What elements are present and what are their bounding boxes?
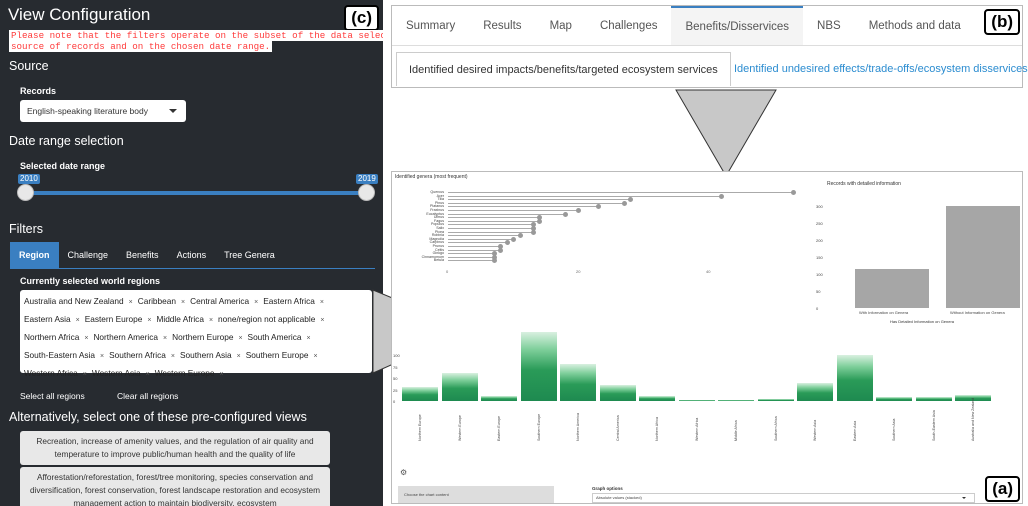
genera-point [537, 218, 542, 224]
region-bar [915, 397, 952, 401]
region-tick-label: Western Europe [457, 415, 462, 441]
region-tick-label: Southern Africa [773, 416, 778, 441]
caret-down-icon [962, 497, 966, 499]
charts-panel: Identified genera (most frequent) Record… [391, 171, 1023, 504]
graph-options-label: Graph options [592, 486, 623, 491]
records-x-label: Has Detailed Information on Genera [890, 319, 955, 324]
records-bar [946, 206, 1020, 308]
figure-label-a: (a) [985, 476, 1020, 502]
genera-point [790, 190, 796, 195]
genera-axis-tick: 0 [446, 269, 449, 274]
region-bar [639, 396, 675, 401]
genera-point [511, 236, 516, 242]
region-bar [797, 382, 833, 401]
gear-icon[interactable]: ⚙ [400, 468, 407, 477]
records-bar [855, 268, 929, 308]
region-bar [599, 384, 636, 401]
region-tick-label: Eastern Europe [497, 416, 501, 441]
records-axis-tick: 100 [816, 272, 823, 277]
genera-point [595, 204, 601, 210]
genera-line [448, 195, 721, 197]
genera-point [530, 229, 536, 235]
region-bar [560, 364, 596, 401]
genera-point [498, 247, 503, 253]
region-tick-label: Southern Asia [892, 418, 896, 441]
records-axis-tick: 250 [816, 221, 823, 226]
region-bar [757, 399, 794, 401]
records-axis-tick: 0 [816, 306, 819, 311]
region-bar [876, 397, 912, 401]
genera-line [448, 242, 507, 244]
region-axis-tick: 50 [393, 376, 398, 382]
region-tick-label: Northern America [576, 413, 580, 441]
genera-line [448, 256, 494, 258]
region-axis-tick: 75 [393, 364, 398, 370]
genera-line [448, 238, 513, 240]
records-category-label: Without Information on Genera [950, 310, 1005, 315]
region-bar [520, 332, 557, 401]
genera-line [448, 210, 578, 211]
region-axis-tick: 25 [393, 387, 398, 393]
region-tick-label: Central America [615, 415, 620, 441]
records-axis-tick: 150 [816, 255, 823, 260]
genera-chart-title: Identified genera (most frequent) [395, 174, 468, 180]
genera-axis-tick: 40 [706, 269, 711, 274]
genera-line [448, 220, 539, 222]
genera-point [576, 208, 581, 213]
genera-line [448, 246, 500, 247]
region-tick-label: Eastern Asia [852, 420, 857, 441]
composite-figure: View Configuration (c) Please note that … [0, 0, 1028, 506]
genera-line [448, 260, 494, 262]
genera-line [448, 224, 533, 226]
region-tick-label: Northern Africa [655, 417, 659, 441]
genera-line [448, 228, 533, 229]
records-category-label: With Information on Genera [859, 310, 909, 315]
callout-triangle-down [675, 89, 777, 177]
genera-point [719, 193, 724, 199]
genera-point [563, 211, 568, 217]
region-tick-label: Australia and New Zealand [971, 397, 975, 441]
genera-line [448, 199, 630, 201]
graph-options-value: Absolute values (stacked) [596, 495, 642, 500]
records-axis-tick: 200 [816, 238, 823, 243]
genera-line [448, 253, 494, 255]
region-tick-label: Northern Europe [418, 414, 422, 441]
graph-options-select[interactable]: Absolute values (stacked) [592, 493, 975, 503]
region-bar [402, 387, 438, 401]
genera-axis-tick: 20 [576, 269, 581, 274]
records-axis-tick: 50 [816, 289, 821, 294]
region-axis-tick: 100 [393, 353, 400, 359]
region-tick-label: Southern Europe [536, 413, 541, 441]
genera-point [621, 200, 627, 206]
region-tick-label: Western Asia [813, 419, 817, 441]
genera-point [504, 240, 510, 246]
genera-point [491, 258, 497, 264]
genera-point [517, 233, 523, 239]
region-axis-tick: 0 [393, 399, 396, 404]
region-tick-label: Western Africa [694, 417, 699, 441]
chart-content-panel[interactable]: Choose the chart content [398, 486, 554, 503]
region-bar [441, 372, 478, 401]
records-axis-tick: 300 [816, 204, 823, 209]
genera-point [628, 197, 633, 203]
region-tick-label: Middle Africa [734, 420, 738, 441]
region-bar [678, 400, 715, 401]
region-bar [481, 396, 517, 401]
records-chart-title: Records with detailed information [827, 181, 901, 187]
region-bar [836, 355, 873, 401]
genera-line [448, 213, 565, 215]
genera-line [448, 206, 598, 208]
region-bar [718, 399, 754, 401]
genera-tick-label: Betula [433, 258, 444, 263]
genera-line [448, 235, 520, 237]
genera-line [448, 192, 793, 193]
region-tick-label: South-Eastern Asia [931, 410, 936, 441]
genera-line [448, 217, 539, 219]
